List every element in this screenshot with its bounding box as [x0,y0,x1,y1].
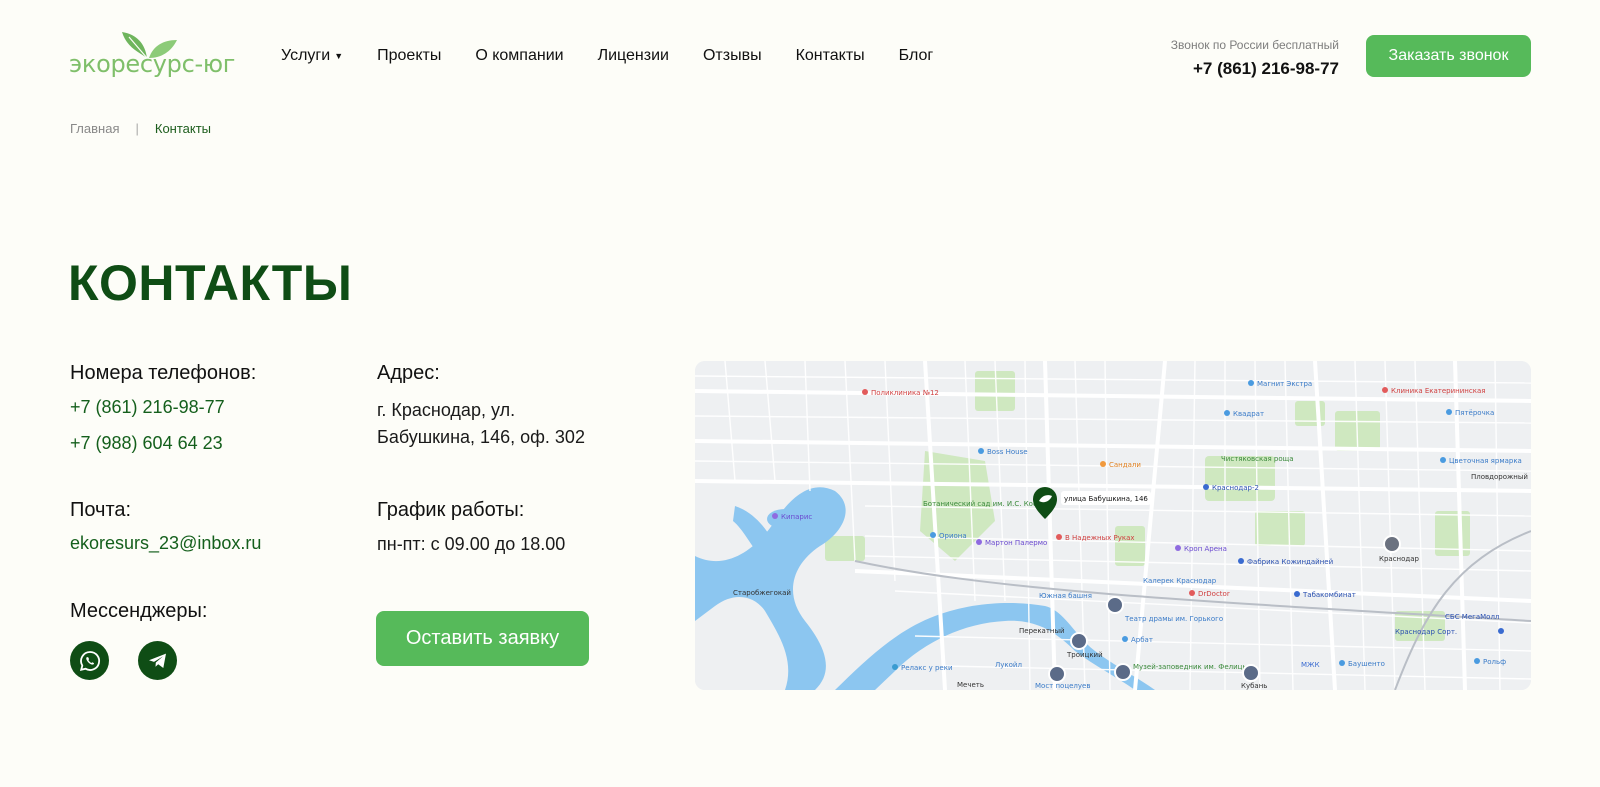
poi-label: Краснодар-2 [1212,484,1259,492]
nav-label: Блог [898,47,934,64]
poi-label: Фабрика Кожиндайней [1247,558,1333,566]
poi-label: Калерек Краснодар [1143,577,1217,585]
poi-label: Старобжегокай [733,589,791,597]
poi-label: Южная башня [1039,592,1092,600]
address-label: Адрес: [377,362,440,384]
poi-label: Мартон Палермо [985,539,1047,547]
nav-item-blog[interactable]: Блог [899,47,934,65]
nav-label: О компании [475,47,564,64]
email-link[interactable]: ekoresurs_23@inbox.ru [70,533,261,554]
poi-label: Кипарис [781,513,812,521]
poi-label: Кубань [1241,682,1267,690]
breadcrumb: Главная | Контакты [70,121,211,136]
logo[interactable]: экоресурс-юг [69,28,236,83]
poi-label: Релакс у реки [901,664,953,672]
poi-label: Квадрат [1233,410,1264,418]
breadcrumb-separator: | [135,121,139,136]
poi-label: Пятёрочка [1455,409,1494,417]
leave-request-button[interactable]: Оставить заявку [376,611,589,666]
poi-label: Мечеть [957,681,984,689]
nav-item-contacts[interactable]: Контакты [796,47,865,65]
phones-label: Номера телефонов: [70,362,257,384]
nav-item-licenses[interactable]: Лицензии [598,47,669,65]
marker-label: улица Бабушкина, 146 [1064,495,1148,503]
poi-label: Табакомбинат [1302,591,1356,599]
phone-link-1[interactable]: +7 (861) 216-98-77 [70,397,225,418]
poi-label: Клиника Екатерининская [1391,387,1485,395]
email-label: Почта: [70,499,132,521]
whatsapp-icon [79,650,100,671]
nav-label: Отзывы [702,47,762,64]
poi-label: Чистяковская роща [1221,455,1294,463]
poi-label: Пловдорожный [1471,473,1528,481]
poi-label: Сандали [1109,461,1141,469]
poi-label: СБС МегаМолл [1445,613,1499,621]
schedule-label: График работы: [377,499,525,521]
poi-label: Краснодар [1379,555,1420,563]
poi-label: DrDoctor [1198,590,1230,598]
logo-text: экоресурс-юг [69,50,236,78]
nav-label: Лицензии [597,47,669,64]
telegram-button[interactable] [138,641,177,680]
header-phone[interactable]: +7 (861) 216-98-77 [1193,59,1339,79]
poi-label: Баушенто [1348,660,1385,668]
breadcrumb-home[interactable]: Главная [70,121,119,136]
nav-label: Услуги [281,47,331,64]
address-line-1: г. Краснодар, ул. [377,400,516,420]
whatsapp-button[interactable] [70,641,109,680]
poi-label: Рольф [1483,658,1506,666]
poi-label: Boss House [987,448,1028,456]
poi-label: Мост поцелуев [1035,682,1090,690]
poi-label: Цветочная ярмарка [1449,457,1522,465]
nav-item-services[interactable]: Услуги ▼ [281,47,343,65]
address-line-2: Бабушкина, 146, оф. 302 [377,427,585,447]
nav-item-reviews[interactable]: Отзывы [703,47,762,65]
map-canvas: Boss House Сандали Кипарис Старобжегокай… [695,361,1531,690]
poi-label: Театр драмы им. Горького [1124,615,1223,623]
map[interactable]: Boss House Сандали Кипарис Старобжегокай… [695,361,1531,690]
poi-label: Кроп Арена [1184,545,1227,553]
main-nav: Услуги ▼ Проекты О компании Лицензии Отз… [281,47,967,65]
poi-label: Поликлиника №12 [871,389,939,397]
call-note: Звонок по России бесплатный [1170,38,1339,52]
address-text: г. Краснодар, ул. Бабушкина, 146, оф. 30… [377,397,585,451]
phone-link-2[interactable]: +7 (988) 604 64 23 [70,433,223,454]
breadcrumb-current: Контакты [154,121,212,136]
poi-label: Магнит Экстра [1257,380,1312,388]
poi-label: Краснодар Сорт. [1395,628,1457,636]
page-title: КОНТАКТЫ [68,255,353,311]
caret-down-icon: ▼ [334,51,344,61]
telegram-icon [148,653,166,668]
poi-label: Ориона [939,532,967,540]
nav-label: Проекты [377,47,442,64]
poi-label: Музей-заповедник им. Фелицына [1133,663,1257,671]
poi-label: Троицкий [1066,651,1103,659]
nav-item-about[interactable]: О компании [475,47,563,65]
poi-label: Перекатный [1019,627,1065,635]
poi-label: В Надежных Руках [1065,534,1135,542]
poi-label: МЖК [1301,661,1320,669]
site-header: экоресурс-юг Услуги ▼ Проекты О компании… [0,0,1600,110]
schedule-text: пн-пт: с 09.00 до 18.00 [377,534,566,554]
nav-label: Контакты [795,47,865,64]
poi-label: Лукойл [995,661,1022,669]
messengers-label: Мессенджеры: [70,600,208,622]
poi-label: Арбат [1131,636,1153,644]
nav-item-projects[interactable]: Проекты [377,47,441,65]
order-call-button[interactable]: Заказать звонок [1366,35,1531,77]
